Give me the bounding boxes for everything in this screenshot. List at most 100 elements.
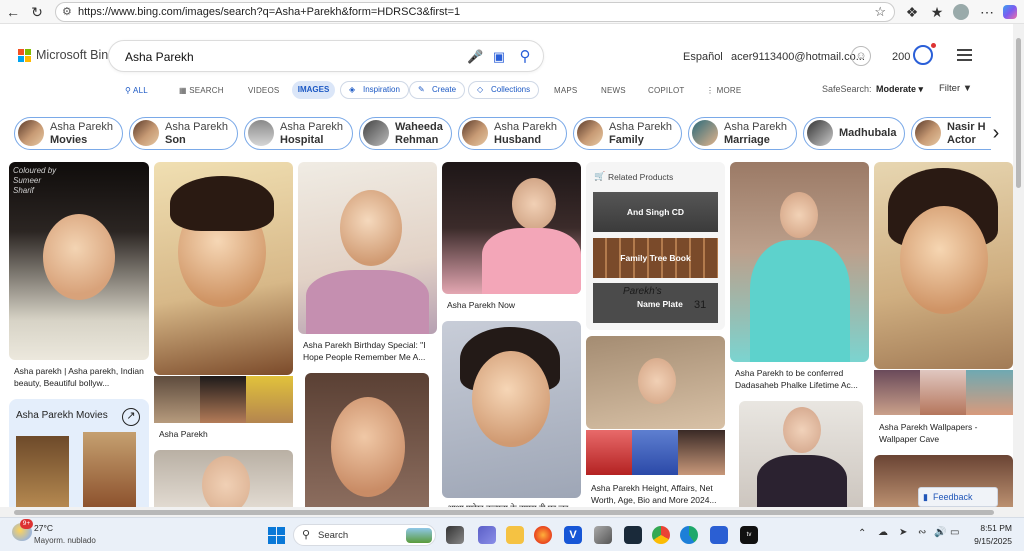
image-caption[interactable]: Asha Parekh Birthday Special: "I Hope Pe… (303, 339, 435, 363)
chip-son[interactable]: Asha Parekh Son (129, 117, 238, 150)
thumbnail[interactable] (632, 430, 678, 475)
chip-madhubala[interactable]: Madhubala (803, 117, 905, 150)
language-link[interactable]: Español (683, 51, 723, 63)
microphone-icon[interactable]: 🎤 (467, 49, 483, 65)
volume-icon[interactable]: 🔊 (934, 527, 946, 538)
safesearch-dropdown[interactable]: Moderate ▾ (876, 84, 923, 95)
chip-movies[interactable]: Asha Parekh Movies (14, 117, 123, 150)
tab-images[interactable]: IMAGES (292, 81, 335, 99)
image-result-7[interactable] (874, 162, 1013, 369)
tab-maps[interactable]: MAPS (554, 86, 577, 95)
thumbnail[interactable] (586, 430, 632, 475)
product-family-tree-book[interactable]: Family Tree Book (593, 238, 718, 278)
scrollbar-thumb[interactable] (1016, 38, 1021, 188)
product-and-singh-cd[interactable]: And Singh CD (593, 192, 718, 232)
image-result-5[interactable] (586, 336, 725, 429)
notepad-icon[interactable] (710, 526, 728, 544)
chevron-right-icon[interactable]: › (986, 118, 1006, 148)
rewards-count[interactable]: 200 (892, 51, 910, 63)
tab-collections[interactable]: ◇ Collections (468, 81, 540, 99)
tab-videos[interactable]: VIDEOS (248, 86, 279, 95)
image-result-1[interactable]: Coloured by Sumeer Sharif (9, 162, 149, 360)
image-result-10[interactable] (442, 321, 581, 498)
movies-card[interactable]: Asha Parekh Movies ↗ (9, 399, 149, 514)
more-menu-icon[interactable]: ⋯ (978, 3, 996, 21)
tab-all[interactable]: ⚲ ALL (125, 86, 148, 95)
search-box[interactable]: Asha Parekh 🎤 ▣ ⚲ (108, 40, 544, 72)
battery-icon[interactable]: ▭ (950, 527, 959, 538)
horizontal-scrollbar[interactable] (0, 507, 1013, 517)
address-bar[interactable]: ⚙ https://www.bing.com/images/search?q=A… (55, 2, 895, 22)
image-result-6[interactable] (730, 162, 869, 362)
favorites-icon[interactable]: ★ (928, 3, 946, 21)
hamburger-menu-icon[interactable] (957, 49, 972, 61)
image-caption[interactable]: Asha Parekh Wallpapers - Wallpaper Cave (879, 421, 1009, 445)
clock-date[interactable]: 9/15/2025 (966, 536, 1012, 546)
chrome-icon[interactable] (652, 526, 670, 544)
chip-husband[interactable]: Asha Parekh Husband (458, 117, 567, 150)
onedrive-icon[interactable]: ☁ (878, 527, 888, 538)
user-icon[interactable]: ☺ (851, 46, 871, 66)
account-email[interactable]: acer9113400@hotmail.co... (731, 51, 865, 63)
rewards-medal-icon[interactable] (913, 45, 933, 65)
location-icon[interactable]: ➤ (899, 527, 907, 538)
tab-copilot[interactable]: COPILOT (648, 86, 685, 95)
wifi-icon[interactable]: ∾ (918, 527, 926, 538)
edge-icon[interactable] (680, 526, 698, 544)
thumbnail[interactable] (246, 376, 293, 423)
task-view-icon[interactable] (446, 526, 464, 544)
tab-inspiration[interactable]: ◈ Inspiration (340, 81, 409, 99)
search-icon[interactable]: ⚲ (517, 49, 533, 65)
thumbnail[interactable] (678, 430, 725, 475)
copilot-icon[interactable] (1003, 5, 1017, 19)
thumbnail[interactable] (966, 370, 1013, 415)
product-name-plate[interactable]: Parekh's Name Plate 31 (593, 283, 718, 323)
movie-poster[interactable] (16, 436, 69, 511)
chip-marriage[interactable]: Asha Parekh Marriage (688, 117, 797, 150)
profile-avatar[interactable] (953, 4, 969, 20)
extensions-icon[interactable]: ❖ (903, 3, 921, 21)
chip-nasir-hussain[interactable]: Nasir Hu Actor (911, 117, 991, 150)
favorite-star-icon[interactable]: ☆ (874, 4, 886, 20)
refresh-icon[interactable]: ↻ (28, 3, 46, 21)
firefox-icon[interactable] (534, 526, 552, 544)
thumbnail[interactable] (920, 370, 966, 415)
windows-start-icon[interactable] (268, 527, 286, 545)
inkscape-icon[interactable] (624, 526, 642, 544)
feedback-button[interactable]: ▮ Feedback (918, 487, 998, 507)
image-result-9[interactable] (305, 373, 429, 514)
thumbnail[interactable] (200, 376, 246, 423)
vpn-app-icon[interactable]: V (564, 526, 582, 544)
image-result-4[interactable] (442, 162, 581, 294)
bing-logo[interactable]: Microsoft Bing (18, 48, 115, 62)
tab-create[interactable]: ✎ Create (409, 81, 466, 99)
image-caption[interactable]: Asha Parekh Now (447, 299, 515, 311)
arrow-icon[interactable]: ↗ (122, 408, 140, 426)
teams-icon[interactable] (478, 526, 496, 544)
site-info-icon[interactable]: ⚙ (62, 5, 72, 18)
visual-search-icon[interactable]: ▣ (491, 49, 507, 65)
image-result-8[interactable] (154, 450, 293, 514)
apple-tv-icon[interactable]: tv (740, 526, 758, 544)
thumbnail[interactable] (154, 376, 200, 423)
image-result-2[interactable] (154, 162, 293, 375)
image-caption[interactable]: Asha Parekh to be conferred Dadasaheb Ph… (735, 367, 865, 391)
chip-waheeda-rehman[interactable]: Waheeda Rehman (359, 117, 452, 150)
snipping-tool-icon[interactable] (594, 526, 612, 544)
clock-time[interactable]: 8:51 PM (970, 523, 1012, 533)
image-result-3[interactable] (298, 162, 437, 334)
search-input[interactable]: Asha Parekh (125, 50, 194, 64)
image-caption[interactable]: Asha parekh | Asha parekh, Indian beauty… (14, 365, 146, 389)
chip-hospital[interactable]: Asha Parekh Hospital (244, 117, 353, 150)
taskbar-search[interactable]: ⚲ Search (293, 524, 436, 546)
chevron-up-icon[interactable]: ⌃ (858, 528, 866, 539)
image-caption[interactable]: Asha Parekh (159, 428, 208, 440)
image-caption[interactable]: Asha Parekh Height, Affairs, Net Worth, … (591, 482, 721, 506)
tab-news[interactable]: NEWS (601, 86, 626, 95)
back-icon[interactable]: ← (4, 3, 22, 21)
vertical-scrollbar[interactable] (1013, 24, 1024, 517)
tab-search[interactable]: ▦ SEARCH (179, 86, 224, 95)
tab-more[interactable]: ⋮ MORE (706, 86, 741, 95)
chip-family[interactable]: Asha Parekh Family (573, 117, 682, 150)
file-explorer-icon[interactable] (506, 526, 524, 544)
